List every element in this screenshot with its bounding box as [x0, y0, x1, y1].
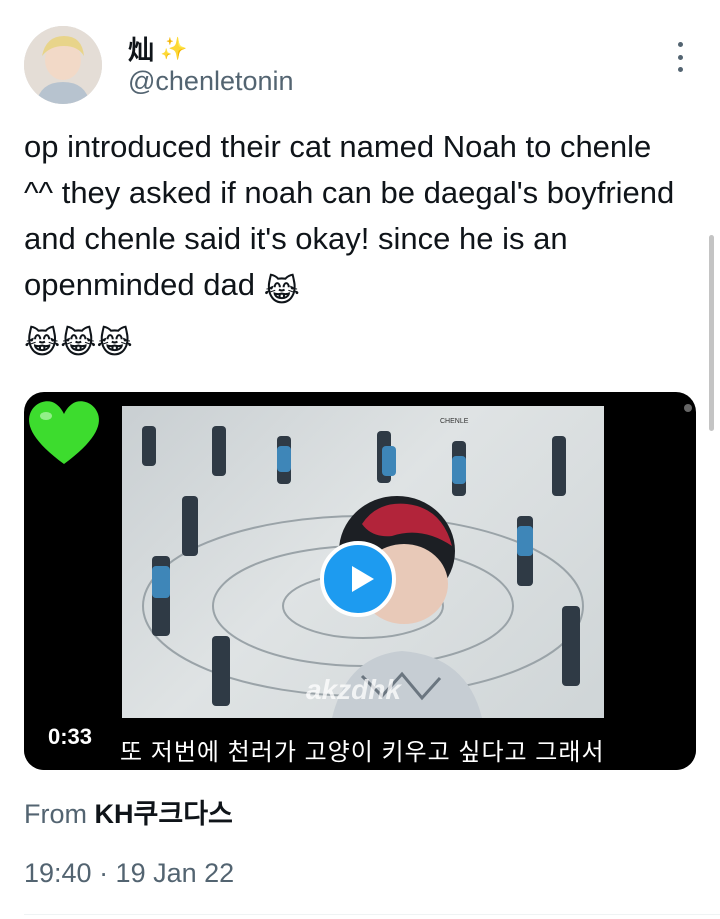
- tweet-timestamp[interactable]: 19:40 · 19 Jan 22: [24, 858, 234, 889]
- video-top-caption: CHENLE: [440, 418, 469, 425]
- tweet-source: From KH쿠크다스: [24, 792, 233, 831]
- sparkles-icon: ✨: [160, 35, 188, 61]
- green-heart-icon: [29, 401, 99, 464]
- crying-cat-emojis: 😹😹😹: [24, 325, 133, 360]
- video-duration: 0:33: [38, 720, 103, 754]
- scrollbar[interactable]: [709, 235, 714, 431]
- play-button[interactable]: [320, 541, 396, 617]
- avatar-photo-icon: [24, 26, 102, 104]
- avatar[interactable]: [24, 26, 102, 104]
- divider: [24, 914, 720, 915]
- source-prefix: From: [24, 799, 87, 829]
- video-watermark: akzdhk: [306, 674, 401, 705]
- more-options-icon[interactable]: [668, 42, 692, 72]
- video-subtitle: 또 저번에 천러가 고양이 키우고 싶다고 그래서: [120, 739, 605, 766]
- author-display-name[interactable]: 灿: [128, 30, 154, 67]
- play-icon: [352, 566, 374, 592]
- video-player[interactable]: CHENLE akzdhk 또 저번에 천러가 고양이 키우고 싶다고 그래서 …: [24, 392, 696, 770]
- author-name-row[interactable]: 灿 ✨: [128, 30, 187, 67]
- tweet-text: op introduced their cat named Noah to ch…: [24, 124, 684, 366]
- crying-cat-emoji: 😹: [263, 273, 300, 308]
- video-menu-dot: [684, 404, 692, 412]
- source-app-link[interactable]: KH쿠크다스: [95, 799, 233, 829]
- tweet-body: op introduced their cat named Noah to ch…: [24, 129, 675, 302]
- author-handle[interactable]: @chenletonin: [128, 66, 294, 97]
